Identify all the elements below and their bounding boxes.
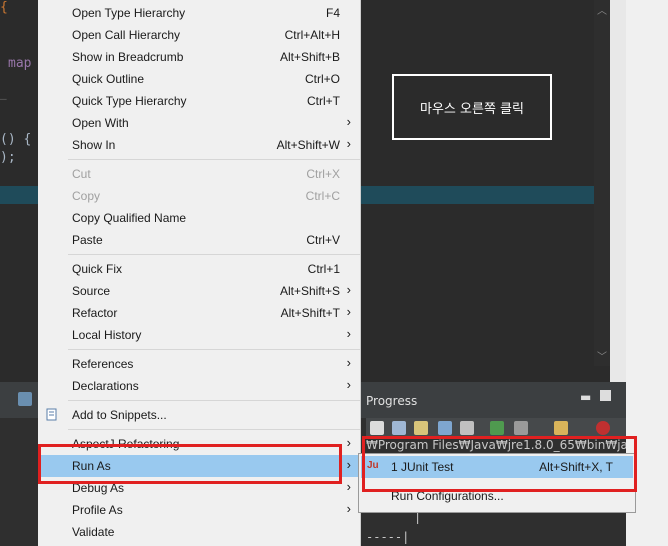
menu-separator [68,159,360,160]
scroll-lock-icon[interactable] [392,421,406,435]
code-line: { [0,0,8,15]
highlight-box-junit-test [362,436,637,492]
editor-scrollbar[interactable]: ︿ ﹀ [594,0,610,366]
menu-item-label: Show In [72,138,116,152]
menu-item-shortcut: Ctrl+Alt+H [284,28,340,42]
menu-item-label: Cut [72,167,91,181]
console-toolbar [366,418,626,438]
menu-item-show-in-breadcrumb[interactable]: Show in Breadcrumb Alt+Shift+B [38,46,360,68]
menu-item-label: Quick Type Hierarchy [72,94,187,108]
menu-item-quick-fix[interactable]: Quick Fix Ctrl+1 [38,258,360,280]
submenu-arrow-icon: › [346,136,351,151]
menu-item-label: Copy Qualified Name [72,211,187,225]
menu-item-shortcut: Alt+Shift+S [279,284,340,298]
menu-item-label: Open Type Hierarchy [72,6,186,20]
code-line: ); [0,150,16,165]
annotation-callout: 마우스 오른쪽 클릭 [392,74,552,140]
menu-separator [68,429,360,430]
code-line: — [0,92,7,105]
console-line: -----| [366,530,410,544]
menu-item-references[interactable]: References › [38,353,360,375]
menu-item-shortcut: Alt+Shift+T [280,306,340,320]
clear-console-icon[interactable] [370,421,384,435]
pin-console-icon[interactable] [460,421,474,435]
snippet-icon [46,408,57,421]
menu-item-declarations[interactable]: Declarations › [38,375,360,397]
menu-item-paste[interactable]: Paste Ctrl+V [38,229,360,251]
new-console-icon[interactable] [490,421,504,435]
menu-item-shortcut: Alt+Shift+B [279,50,340,64]
code-line: () { [0,132,32,147]
menu-item-label: Validate [72,525,115,539]
menu-item-local-history[interactable]: Local History › [38,324,360,346]
menu-item-quick-outline[interactable]: Quick Outline Ctrl+O [38,68,360,90]
open-console-icon[interactable] [554,421,568,435]
submenu-arrow-icon: › [346,304,351,319]
progress-tab[interactable]: Progress [366,394,417,408]
scroll-down-icon[interactable]: ﹀ [597,348,607,363]
menu-separator [68,400,360,401]
maximize-icon[interactable] [600,390,611,401]
submenu-arrow-icon: › [346,479,351,494]
view-menu-icon[interactable] [18,392,32,406]
show-console-icon[interactable] [438,421,452,435]
menu-item-label: Quick Fix [72,262,123,276]
menu-item-validate[interactable]: Validate [38,521,360,543]
menu-item-copy[interactable]: Copy Ctrl+C [38,185,360,207]
menu-item-label: Open With [72,116,129,130]
menu-item-shortcut: Ctrl+V [306,233,340,247]
menu-item-shortcut: Ctrl+T [307,94,340,108]
menu-item-label: Copy [72,189,101,203]
minimize-icon[interactable]: ▬ [580,390,591,404]
submenu-arrow-icon: › [346,326,351,341]
menu-item-open-with[interactable]: Open With › [38,112,360,134]
menu-item-shortcut: Ctrl+1 [307,262,340,276]
menu-item-shortcut: F4 [325,6,340,20]
menu-item-profile-as[interactable]: Profile As › [38,499,360,521]
menu-item-shortcut: Alt+Shift+W [276,138,340,152]
menu-item-open-type-hierarchy[interactable]: Open Type Hierarchy F4 [38,2,360,24]
terminate-icon[interactable] [596,421,610,435]
menu-item-source[interactable]: Source Alt+Shift+S › [38,280,360,302]
menu-item-label: Quick Outline [72,72,145,86]
menu-item-label: Paste [72,233,103,247]
menu-item-label: References [72,357,134,371]
menu-item-shortcut: Ctrl+O [304,72,340,86]
menu-item-copy-qualified-name[interactable]: Copy Qualified Name [38,207,360,229]
submenu-arrow-icon: › [346,435,351,450]
submenu-arrow-icon: › [346,114,351,129]
word-wrap-icon[interactable] [414,421,428,435]
code-line: map [8,56,32,71]
menu-item-refactor[interactable]: Refactor Alt+Shift+T › [38,302,360,324]
menu-item-shortcut: Ctrl+X [306,167,340,181]
menu-item-quick-type-hierarchy[interactable]: Quick Type Hierarchy Ctrl+T [38,90,360,112]
submenu-arrow-icon: › [346,355,351,370]
menu-item-shortcut: Ctrl+C [305,189,340,203]
submenu-arrow-icon: › [346,457,351,472]
highlight-box-run-as [38,444,342,484]
submenu-arrow-icon: › [346,501,351,516]
display-console-icon[interactable] [514,421,528,435]
menu-item-label: Profile As [72,503,123,517]
menu-item-label: Refactor [72,306,118,320]
menu-item-show-in[interactable]: Show In Alt+Shift+W › [38,134,360,156]
menu-item-add-to-snippets[interactable]: Add to Snippets... [38,404,360,426]
submenu-arrow-icon: › [346,377,351,392]
menu-item-label: Add to Snippets... [72,408,167,422]
menu-item-label: Show in Breadcrumb [72,50,184,64]
menu-item-label: Source [72,284,111,298]
menu-item-label: Open Call Hierarchy [72,28,181,42]
menu-separator [68,349,360,350]
menu-item-label: Local History [72,328,142,342]
submenu-arrow-icon: › [346,282,351,297]
window-frame [610,0,626,382]
menu-item-cut[interactable]: Cut Ctrl+X [38,163,360,185]
menu-item-open-call-hierarchy[interactable]: Open Call Hierarchy Ctrl+Alt+H [38,24,360,46]
menu-separator [68,254,360,255]
scroll-up-icon[interactable]: ︿ [597,2,607,17]
menu-item-label: Declarations [72,379,139,393]
